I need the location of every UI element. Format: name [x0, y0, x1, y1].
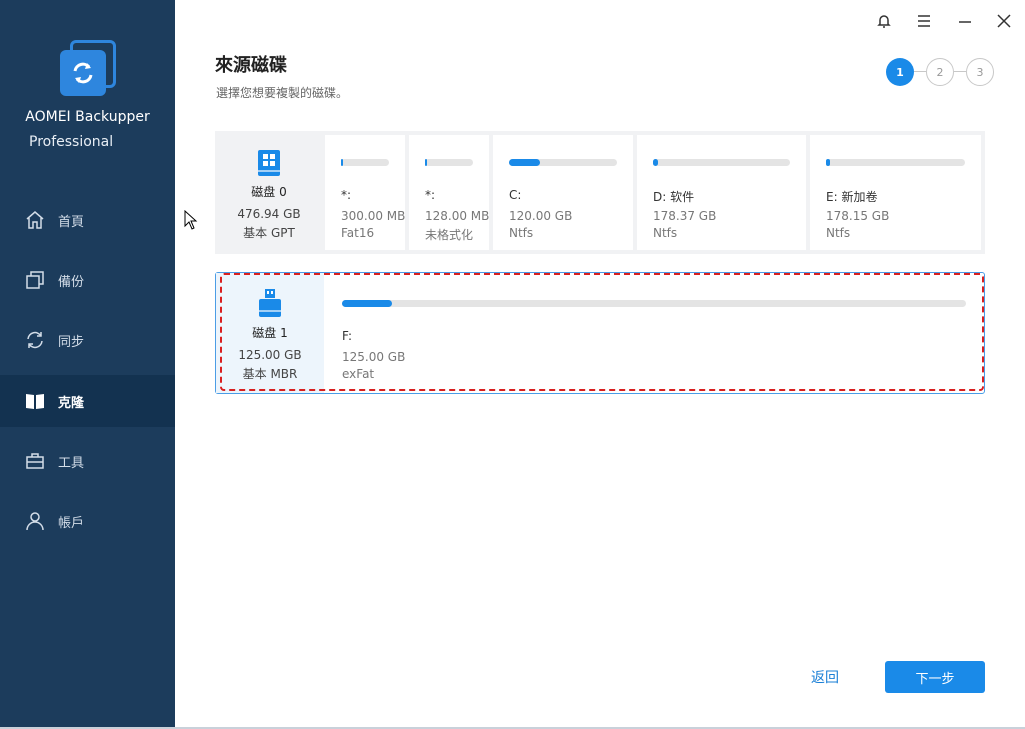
partition-usage-bar	[341, 159, 389, 166]
page-title: 來源磁碟	[215, 55, 287, 76]
partition-card[interactable]: F: 125.00 GB exFat	[326, 276, 982, 391]
sidebar-item-backup[interactable]: 備份	[0, 254, 175, 306]
partition-usage-fill	[509, 159, 541, 166]
step-3: 3	[966, 58, 994, 86]
partition-usage-fill	[826, 159, 831, 166]
app-logo-icon	[60, 40, 118, 98]
partition-filesystem: exFat	[342, 367, 375, 381]
mouse-cursor-icon	[184, 209, 198, 230]
bell-icon[interactable]	[873, 10, 895, 32]
partition-card[interactable]: *: 300.00 MB Fat16	[325, 135, 405, 250]
sidebar-item-label: 同步	[58, 334, 85, 350]
sidebar-item-home[interactable]: 首頁	[0, 194, 175, 246]
usb-disk-icon	[258, 288, 282, 317]
partition-size: 300.00 MB	[341, 209, 406, 223]
app-window: AOMEI Backupper Professional 首頁 備份 同步 克隆	[0, 0, 1025, 729]
app-name: AOMEI Backupper	[25, 109, 150, 125]
partition-name: *:	[425, 188, 436, 202]
minimize-icon[interactable]	[954, 10, 976, 32]
partition-filesystem: Ntfs	[509, 226, 534, 240]
partition-usage-fill	[653, 159, 659, 166]
sidebar-item-label: 備份	[58, 274, 85, 290]
partition-usage-fill	[341, 159, 344, 166]
next-button[interactable]: 下一步	[885, 661, 985, 693]
partition-filesystem: Ntfs	[826, 226, 851, 240]
disk-row-0[interactable]: 磁盘 0 476.94 GB 基本 GPT *: 300.00 MB Fat16…	[215, 131, 985, 254]
back-button[interactable]: 返回	[795, 662, 855, 692]
partition-card[interactable]: C: 120.00 GB Ntfs	[493, 135, 633, 250]
partition-size: 120.00 GB	[509, 209, 573, 223]
sidebar-item-label: 克隆	[58, 395, 85, 411]
app-edition: Professional	[29, 134, 114, 150]
close-icon[interactable]	[993, 10, 1015, 32]
disk-type: 基本 MBR	[242, 367, 298, 381]
disk-label: 磁盘 1	[252, 326, 288, 340]
sidebar: AOMEI Backupper Professional 首頁 備份 同步 克隆	[0, 0, 175, 729]
partition-name: D: 软件	[653, 190, 695, 204]
disk-type: 基本 GPT	[243, 226, 295, 240]
sidebar-item-label: 首頁	[58, 214, 85, 230]
partition-usage-bar	[653, 159, 790, 166]
partition-usage-bar	[425, 159, 473, 166]
partition-name: *:	[341, 188, 352, 202]
disk-label: 磁盘 0	[251, 185, 287, 199]
partition-filesystem: Fat16	[341, 226, 375, 240]
partition-usage-bar	[509, 159, 617, 166]
step-connector	[914, 71, 926, 72]
disk-row-1[interactable]: 磁盘 1 125.00 GB 基本 MBR F: 125.00 GB exFat	[215, 272, 985, 394]
home-icon	[24, 209, 46, 231]
tools-icon	[24, 450, 46, 472]
sidebar-item-account[interactable]: 帳戶	[0, 495, 175, 547]
partition-usage-fill	[342, 300, 392, 307]
page-subtitle: 選擇您想要複製的磁碟。	[216, 86, 349, 100]
partition-name: C:	[509, 188, 522, 202]
windows-disk-icon	[257, 149, 281, 177]
sidebar-item-label: 工具	[58, 455, 85, 471]
partition-name: E: 新加卷	[826, 190, 878, 204]
disk-info: 磁盘 0 476.94 GB 基本 GPT	[215, 131, 323, 254]
sidebar-item-sync[interactable]: 同步	[0, 314, 175, 366]
partition-card[interactable]: D: 软件 178.37 GB Ntfs	[637, 135, 806, 250]
partition-filesystem: 未格式化	[425, 228, 474, 242]
partition-usage-bar	[342, 300, 966, 307]
sidebar-item-tools[interactable]: 工具	[0, 435, 175, 487]
menu-icon[interactable]	[913, 10, 935, 32]
sidebar-item-clone[interactable]: 克隆	[0, 375, 175, 427]
clone-icon	[24, 390, 46, 412]
sync-icon	[24, 329, 46, 351]
partition-card[interactable]: *: 128.00 MB 未格式化	[409, 135, 489, 250]
step-2: 2	[926, 58, 954, 86]
partition-card[interactable]: E: 新加卷 178.15 GB Ntfs	[810, 135, 981, 250]
partition-usage-fill	[425, 159, 428, 166]
step-connector	[954, 71, 966, 72]
partition-size: 125.00 GB	[342, 350, 406, 364]
disk-info: 磁盘 1 125.00 GB 基本 MBR	[216, 273, 324, 393]
partition-size: 128.00 MB	[425, 209, 490, 223]
partition-name: F:	[342, 329, 353, 343]
step-1: 1	[886, 58, 914, 86]
disk-size: 476.94 GB	[237, 207, 301, 221]
partition-usage-bar	[826, 159, 965, 166]
partition-size: 178.15 GB	[826, 209, 890, 223]
partition-size: 178.37 GB	[653, 209, 717, 223]
disk-size: 125.00 GB	[238, 348, 302, 362]
backup-icon	[24, 269, 46, 291]
sidebar-item-label: 帳戶	[58, 515, 85, 531]
partition-filesystem: Ntfs	[653, 226, 678, 240]
account-icon	[24, 510, 46, 532]
